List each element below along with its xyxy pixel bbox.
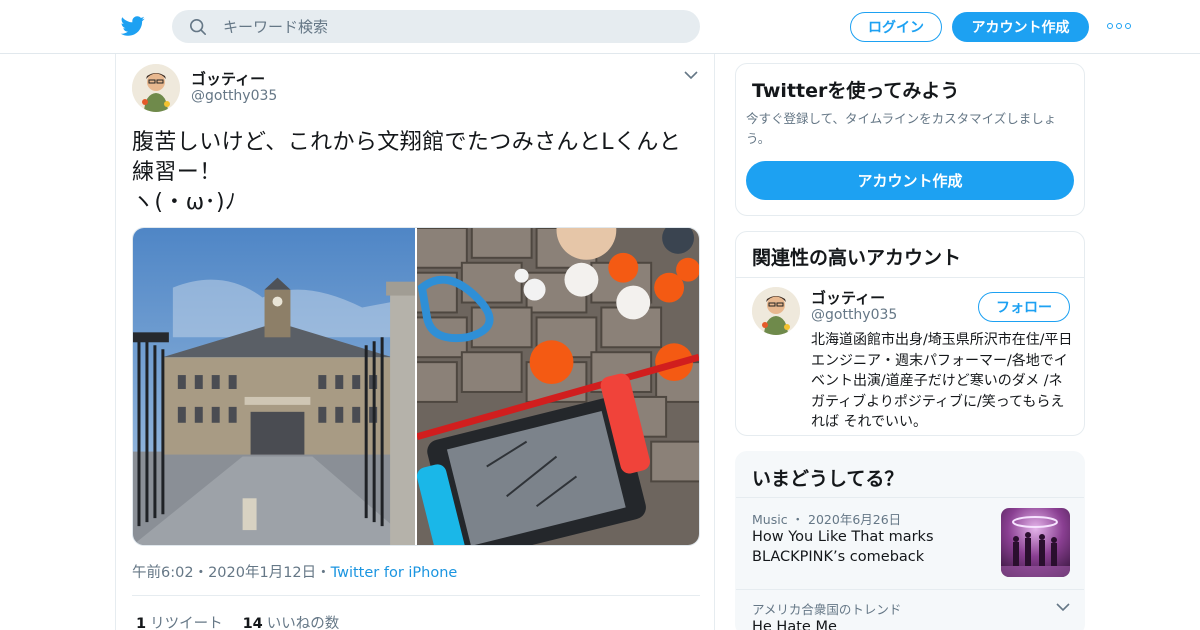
signup-card-description: 今すぐ登録して、タイムラインをカスタマイズしましょう。 [746, 111, 1057, 146]
signup-button[interactable]: アカウント作成 [952, 12, 1089, 42]
signup-card-button[interactable]: アカウント作成 [746, 161, 1074, 200]
avatar[interactable] [132, 64, 180, 112]
trends-card: いまどうしてる？ Music ・ 2020年6月26日 How You Like… [735, 451, 1085, 630]
retweet-stat[interactable]: 1 リツイート [136, 612, 223, 630]
trend-headline[interactable]: He Hate Me [752, 617, 972, 630]
related-account-handle[interactable]: @gotthy035 [811, 307, 897, 323]
search-icon [189, 18, 207, 35]
follow-button[interactable]: フォロー [978, 292, 1070, 322]
signup-card-title: Twitterを使ってみよう [752, 80, 960, 102]
tweet-source-link[interactable]: Twitter for iPhone [331, 565, 458, 581]
divider [736, 589, 1084, 590]
related-accounts-title: 関連性の高いアカウント [752, 247, 962, 269]
tweet-text: 腹苦しいけど、これから文翔館でたつみさんとLくんと練習ー！ ヽ(・ω･)ﾉ [132, 130, 682, 215]
related-accounts-card: 関連性の高いアカウント ゴッティー @gotthy035 フォロー 北海道函館市… [735, 231, 1085, 436]
related-account-bio: 北海道函館市出身/埼玉県所沢市在住/平日エンジニア・週末パフォーマー/各地でイベ… [811, 332, 1073, 430]
tweet-column: ゴッティー @gotthy035 腹苦しいけど、これから文翔館でたつみさんとLく… [115, 54, 715, 630]
tweet-stats: 1 リツイート 14 いいねの数 [136, 612, 339, 630]
search-input[interactable] [223, 17, 663, 36]
tweet-meta: 午前6:02・2020年1月12日・Twitter for iPhone [132, 561, 457, 582]
top-navigation-bar: ログイン アカウント作成 [0, 0, 1200, 54]
photo-building[interactable] [133, 228, 415, 545]
retweet-label: リツイート [150, 616, 223, 630]
divider [736, 497, 1084, 498]
signup-card: Twitterを使ってみよう 今すぐ登録して、タイムラインをカスタマイズしましょ… [735, 63, 1085, 216]
chevron-down-icon[interactable] [1056, 602, 1070, 612]
tweet-time[interactable]: 午前6:02 [132, 565, 194, 581]
trends-title: いまどうしてる？ [752, 468, 904, 490]
divider [132, 595, 700, 596]
login-button[interactable]: ログイン [850, 12, 942, 42]
meta-separator: ・ [193, 565, 209, 581]
twitter-bird-icon[interactable] [120, 14, 146, 38]
like-count: 14 [242, 616, 263, 630]
avatar[interactable] [752, 287, 800, 335]
divider [736, 277, 1084, 278]
retweet-count: 1 [136, 616, 147, 630]
meta-separator: ・ [316, 565, 331, 581]
trend-context: Music ・ 2020年6月26日 [752, 512, 902, 527]
tweet-author-name[interactable]: ゴッティー [191, 68, 265, 89]
like-label: いいねの数 [266, 616, 340, 630]
trend-thumbnail[interactable] [1001, 508, 1070, 577]
search-box[interactable] [172, 10, 700, 43]
tweet-date[interactable]: 2020年1月12日 [208, 565, 316, 581]
like-stat[interactable]: 14 いいねの数 [243, 612, 340, 630]
more-dots-icon[interactable] [1107, 20, 1131, 32]
related-account-name[interactable]: ゴッティー [811, 287, 885, 308]
tweet-author-handle[interactable]: @gotthy035 [191, 88, 277, 104]
tweet-media[interactable] [132, 227, 700, 546]
trend-context: アメリカ合衆国のトレンド [752, 602, 902, 617]
chevron-down-icon[interactable] [684, 70, 698, 80]
trend-headline[interactable]: How You Like That marks BLACKPINK’s come… [752, 527, 972, 567]
photo-switch[interactable] [417, 228, 699, 545]
